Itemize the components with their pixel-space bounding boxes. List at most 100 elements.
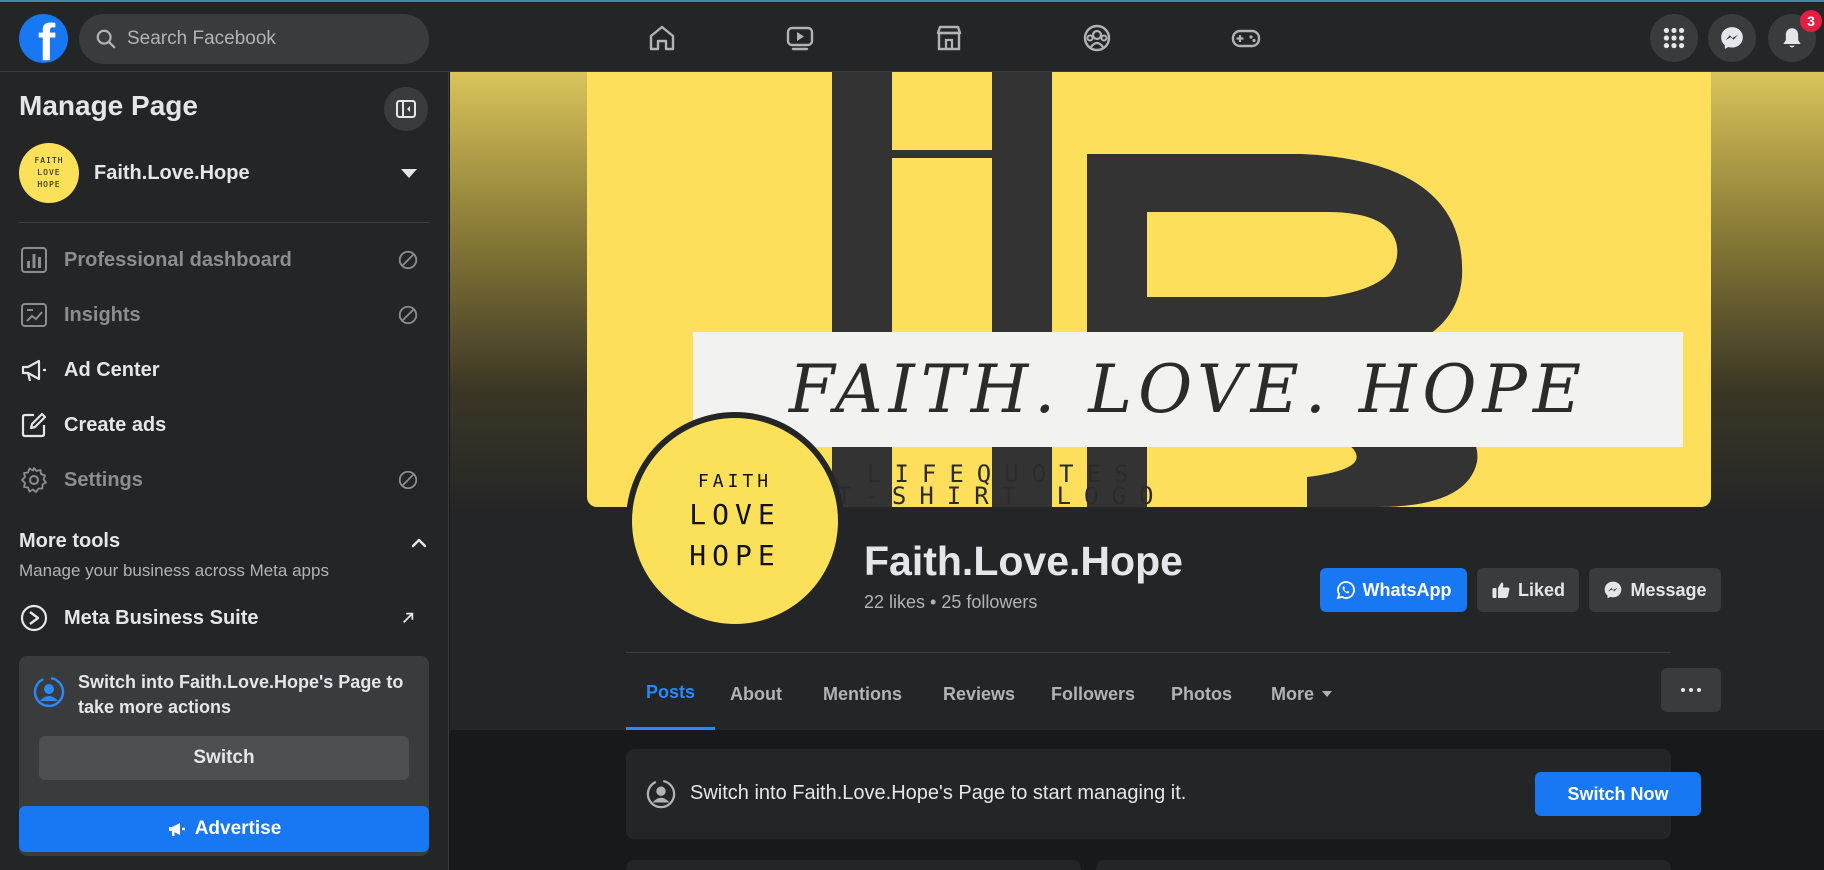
gaming-icon	[1231, 29, 1261, 48]
avatar-line-2: LOVE	[37, 168, 61, 177]
tab-posts[interactable]: Posts	[626, 658, 716, 730]
groups-icon	[1083, 24, 1111, 52]
page-stats[interactable]: 22 likes • 25 followers	[864, 592, 1037, 613]
home-icon	[649, 25, 675, 51]
whatsapp-button[interactable]: WhatsApp	[1320, 568, 1467, 612]
top-navigation-bar: f 3	[0, 0, 1824, 72]
tab-followers[interactable]: Followers	[1031, 658, 1155, 730]
nav-marketplace[interactable]	[929, 18, 969, 58]
sidebar-item-label: Professional dashboard	[64, 248, 292, 271]
whatsapp-icon	[1336, 581, 1355, 600]
more-options-button[interactable]	[1661, 668, 1721, 712]
page-main-area: FAITH. LOVE. HOPE LIFEQUOTES T-SHIRT LOG…	[450, 72, 1824, 870]
dashboard-icon	[21, 247, 47, 273]
megaphone-icon	[168, 823, 185, 836]
avatar-line-3: HOPE	[37, 180, 61, 189]
sidebar-item-meta-business-suite[interactable]: Meta Business Suite	[19, 592, 429, 644]
switch-profile-icon	[646, 779, 676, 809]
sidebar-item-create-ads[interactable]: Create ads	[19, 399, 429, 451]
switch-now-button[interactable]: Switch Now	[1535, 772, 1701, 816]
advertise-label: Advertise	[194, 818, 282, 839]
messenger-icon	[1605, 581, 1622, 599]
chevron-up-icon[interactable]	[410, 534, 428, 552]
sidebar-item-label: Ad Center	[64, 358, 160, 381]
dot-icon	[1689, 688, 1693, 692]
profile-picture[interactable]: FAITH LOVE HOPE	[626, 412, 844, 630]
tab-mentions[interactable]: Mentions	[803, 658, 922, 730]
facebook-logo[interactable]: f	[19, 14, 68, 63]
menu-button[interactable]	[1650, 14, 1698, 62]
liked-button[interactable]: Liked	[1477, 568, 1579, 612]
insights-icon	[21, 303, 47, 327]
messenger-button[interactable]	[1708, 14, 1756, 62]
disabled-icon	[398, 250, 418, 270]
whatsapp-label: WhatsApp	[1362, 579, 1452, 600]
page-title: Faith.Love.Hope	[864, 538, 1183, 584]
sidebar-item-ad-center[interactable]: Ad Center	[19, 344, 429, 396]
disabled-icon	[398, 470, 418, 490]
notification-badge: 3	[1800, 10, 1822, 32]
search-box[interactable]	[79, 14, 429, 64]
advertise-button[interactable]: Advertise	[19, 806, 429, 852]
sidebar-item-professional-dashboard[interactable]: Professional dashboard	[19, 234, 429, 286]
sidebar-item-label: Insights	[64, 303, 141, 326]
page-switcher[interactable]: FAITH LOVE HOPE Faith.Love.Hope	[19, 142, 429, 204]
profile-line-3: HOPE	[689, 538, 781, 572]
tab-more-label: More	[1271, 683, 1315, 704]
more-tools-subtitle: Manage your business across Meta apps	[19, 561, 329, 580]
collapse-panel-icon	[396, 100, 416, 118]
tab-reviews[interactable]: Reviews	[923, 658, 1035, 730]
messenger-icon	[1721, 27, 1743, 49]
profile-picture-logo: FAITH LOVE HOPE	[632, 418, 838, 624]
notifications-button[interactable]: 3	[1768, 10, 1822, 62]
sidebar-item-label: Create ads	[64, 413, 167, 436]
tab-more[interactable]: More	[1251, 658, 1352, 730]
intro-card	[626, 860, 1081, 870]
facebook-logo-letter: f	[37, 14, 56, 63]
marketplace-icon	[936, 25, 962, 51]
sidebar-item-insights[interactable]: Insights	[19, 289, 429, 341]
gear-icon	[21, 467, 47, 493]
nav-watch[interactable]	[780, 18, 820, 58]
switch-button[interactable]: Switch	[39, 736, 409, 780]
sidebar-item-settings[interactable]: Settings	[19, 454, 429, 506]
thumbs-up-icon	[1492, 582, 1510, 598]
message-label: Message	[1630, 579, 1707, 600]
notifications-icon	[1783, 28, 1801, 48]
banner-text: Switch into Faith.Love.Hope's Page to st…	[690, 782, 1187, 804]
dot-icon	[1681, 688, 1685, 692]
caret-down-icon[interactable]	[401, 168, 417, 178]
more-tools-heading: More tools	[19, 530, 121, 552]
switch-profile-icon	[33, 676, 65, 708]
megaphone-icon	[21, 359, 46, 382]
profile-line-2: LOVE	[689, 497, 781, 531]
tab-photos-label: Photos	[1171, 683, 1232, 704]
external-link-icon	[403, 612, 414, 623]
manage-page-sidebar: Manage Page FAITH LOVE HOPE Faith.Love.H…	[0, 72, 449, 870]
sidebar-title: Manage Page	[19, 90, 198, 121]
cover-script-text: FAITH. LOVE. HOPE	[788, 351, 1588, 428]
switch-card-text: Switch into Faith.Love.Hope's Page to ta…	[78, 672, 404, 717]
menu-grid-icon	[1663, 27, 1685, 49]
profile-line-1: FAITH	[697, 470, 773, 492]
tabs-divider	[626, 652, 1671, 653]
nav-gaming[interactable]	[1226, 18, 1266, 58]
nav-home[interactable]	[642, 18, 682, 58]
watch-icon	[786, 26, 814, 51]
tab-about[interactable]: About	[710, 658, 802, 730]
disabled-icon	[398, 305, 418, 325]
search-input[interactable]	[127, 28, 407, 50]
cover-tagline-2: T-SHIRT LOGO	[837, 482, 1167, 507]
edit-icon	[21, 412, 47, 438]
liked-label: Liked	[1517, 579, 1565, 600]
avatar-line-1: FAITH	[34, 156, 64, 165]
collapse-sidebar-button[interactable]	[384, 87, 428, 131]
caret-down-icon	[1322, 691, 1333, 697]
nav-groups[interactable]	[1077, 18, 1117, 58]
page-name: Faith.Love.Hope	[94, 161, 250, 184]
tab-photos[interactable]: Photos	[1151, 658, 1252, 730]
sidebar-item-label: Settings	[64, 468, 143, 491]
message-button[interactable]: Message	[1589, 568, 1721, 612]
posts-card	[1096, 860, 1671, 870]
sidebar-divider	[19, 222, 429, 223]
